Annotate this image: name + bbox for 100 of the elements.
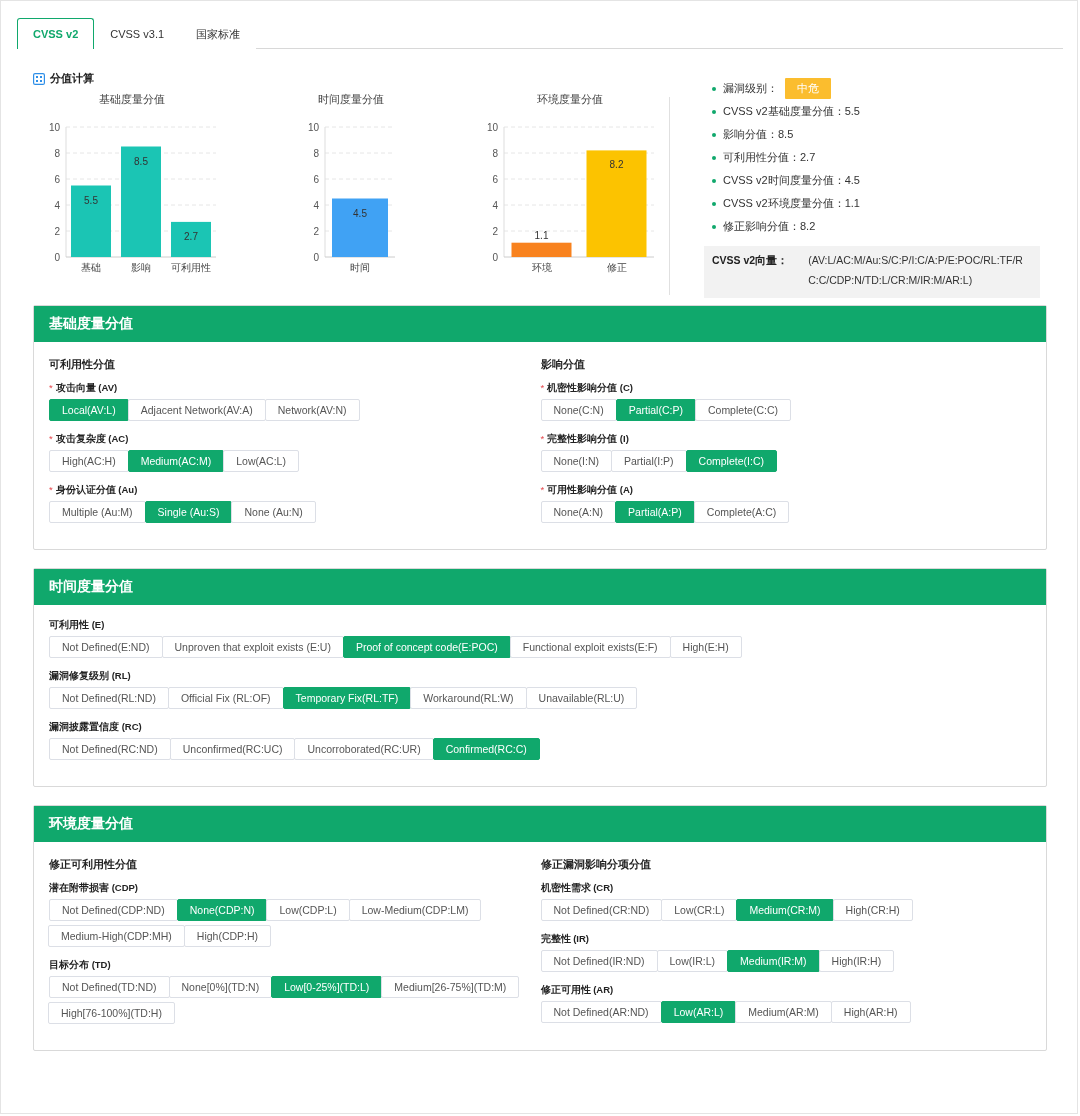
field-label-text: 潜在附带损害 (CDP) [49, 882, 139, 895]
chart-bar [511, 242, 572, 257]
option-button[interactable]: Low(AC:L) [223, 450, 299, 472]
category-label: 可利用性 [171, 262, 212, 273]
axis-tick-label: 6 [313, 173, 319, 185]
option-button[interactable]: High(IR:H) [818, 950, 895, 972]
option-button[interactable]: Network(AV:N) [264, 399, 360, 421]
axis-tick-label: 10 [49, 121, 61, 133]
field-label-text: 攻击复杂度 (AC) [55, 433, 129, 446]
bar-value-label: 8.5 [134, 155, 149, 167]
chart-bar [71, 185, 112, 257]
option-button[interactable]: Partial(I:P) [611, 450, 687, 472]
field-label-text: 漏洞修复级别 (RL) [49, 670, 131, 683]
column-title: 修正可利用性分值 [49, 858, 138, 872]
required-mark: * [540, 382, 545, 395]
option-button[interactable]: Unconfirmed(RC:UC) [169, 738, 296, 760]
option-button[interactable]: None(A:N) [540, 501, 617, 523]
field-label-text: 可利用性 (E) [49, 619, 105, 632]
field-label-text: 可用性影响分值 (A) [547, 484, 634, 497]
option-button[interactable]: Multiple (Au:M) [49, 501, 146, 523]
required-mark: * [49, 484, 53, 497]
option-button[interactable]: Low(CR:L) [661, 899, 738, 921]
axis-tick-label: 2 [492, 225, 498, 237]
option-button[interactable]: High(AR:H) [830, 1001, 911, 1023]
option-button[interactable]: Medium(AR:M) [735, 1001, 832, 1023]
field-label-text: 机密性需求 (CR) [540, 882, 614, 895]
field-label-text: 完整性 (IR) [540, 933, 589, 946]
axis-tick-label: 10 [486, 121, 498, 133]
axis-tick-label: 4 [492, 199, 498, 211]
column-title: 可利用性分值 [49, 358, 116, 372]
option-button[interactable]: Functional exploit exists(E:F) [509, 636, 671, 658]
bullet-dot [712, 224, 716, 229]
option-button[interactable]: None(C:N) [540, 399, 617, 421]
axis-tick-label: 0 [492, 251, 498, 263]
option-button[interactable]: Unproven that exploit exists (E:U) [161, 636, 344, 658]
field-label-text: 机密性影响分值 (C) [547, 382, 634, 395]
summary-item: 可利用性分值：2.7 [723, 150, 816, 165]
field-label-text: 身份认证分值 (Au) [55, 484, 138, 497]
category-label: 基础 [81, 262, 102, 273]
option-button[interactable]: Uncorroborated(RC:UR) [294, 738, 434, 760]
option-button[interactable]: High(AC:H) [49, 450, 129, 472]
option-button[interactable]: None(I:N) [540, 450, 612, 472]
option-button[interactable]: Official Fix (RL:OF) [167, 687, 284, 709]
option-button[interactable]: Not Defined(TD:ND) [49, 976, 170, 998]
vector-label: CVSS v2向量： [712, 254, 789, 268]
option-button[interactable]: Low(IR:L) [656, 950, 729, 972]
option-button[interactable]: Not Defined(RL:ND) [49, 687, 169, 709]
summary-item: CVSS v2基础度量分值：5.5 [723, 104, 860, 119]
option-button[interactable]: Not Defined(IR:ND) [540, 950, 658, 972]
bar-value-label: 8.2 [609, 159, 624, 171]
option-button[interactable]: None (Au:N) [231, 501, 316, 523]
chart-title: 基础度量分值 [99, 92, 166, 107]
chart-bar [332, 198, 388, 257]
option-button[interactable]: Not Defined(CDP:ND) [49, 899, 178, 921]
required-mark: * [49, 433, 53, 446]
summary-item: 修正影响分值：8.2 [723, 219, 816, 234]
axis-tick-label: 4 [313, 199, 319, 211]
category-label: 影响 [131, 262, 152, 273]
option-button[interactable]: Not Defined(RC:ND) [49, 738, 171, 760]
option-button[interactable]: High(CDP:H) [183, 925, 272, 947]
option-button[interactable]: Low(CDP:L) [266, 899, 350, 921]
column-title: 修正漏洞影响分项分值 [540, 858, 652, 872]
option-button[interactable]: Not Defined(CR:ND) [540, 899, 663, 921]
bullet-dot [712, 201, 716, 206]
option-button[interactable]: None[0%](TD:N) [168, 976, 273, 998]
option-button[interactable]: Complete(C:C) [694, 399, 791, 421]
option-button[interactable]: Complete(A:C) [693, 501, 790, 523]
category-label: 环境 [531, 262, 552, 273]
axis-tick-label: 10 [307, 121, 319, 133]
bullet-dot [712, 109, 716, 114]
summary-item: CVSS v2环境度量分值：1.1 [723, 196, 860, 211]
axis-tick-label: 4 [54, 199, 61, 211]
axis-tick-label: 8 [492, 147, 498, 159]
bullet-dot [712, 86, 716, 91]
severity-badge: 中危 [785, 78, 831, 99]
axis-tick-label: 2 [313, 225, 319, 237]
vector-value: (AV:L/AC:M/Au:S/C:P/I:C/A:P/E:POC/RL:TF/RC:C/CDP:N/TD:L/CR:M/IR:M/AR:L) [808, 253, 1024, 288]
option-button[interactable]: Medium[26-75%](TD:M) [381, 976, 520, 998]
required-mark: * [540, 433, 545, 446]
chart-title: 时间度量分值 [318, 92, 384, 107]
card-header: 时间度量分值 [34, 569, 1046, 605]
option-button[interactable]: High[76-100%](TD:H) [48, 1002, 175, 1024]
axis-tick-label: 8 [54, 147, 61, 159]
option-button[interactable]: High(CR:H) [832, 899, 913, 921]
option-button[interactable]: Unavailable(RL:U) [525, 687, 638, 709]
option-button[interactable]: Workaround(RL:W) [410, 687, 527, 709]
axis-tick-label: 0 [54, 251, 61, 263]
field-label-text: 漏洞披露置信度 (RC) [49, 721, 142, 734]
field-label-text: 完整性影响分值 (I) [547, 433, 629, 446]
bullet-dot [712, 155, 716, 160]
calculator-icon [33, 72, 45, 85]
option-button[interactable]: Not Defined(AR:ND) [540, 1001, 662, 1023]
section-title: 分值计算 [50, 71, 94, 86]
option-button[interactable]: High(E:H) [669, 636, 742, 658]
option-button[interactable]: Low-Medium(CDP:LM) [348, 899, 482, 921]
column-title: 影响分值 [540, 358, 586, 372]
bar-value-label: 2.7 [184, 230, 199, 242]
option-button[interactable]: Not Defined(E:ND) [49, 636, 163, 658]
option-button[interactable]: Medium-High(CDP:MH) [48, 925, 185, 947]
option-button[interactable]: Adjacent Network(AV:A) [127, 399, 266, 421]
